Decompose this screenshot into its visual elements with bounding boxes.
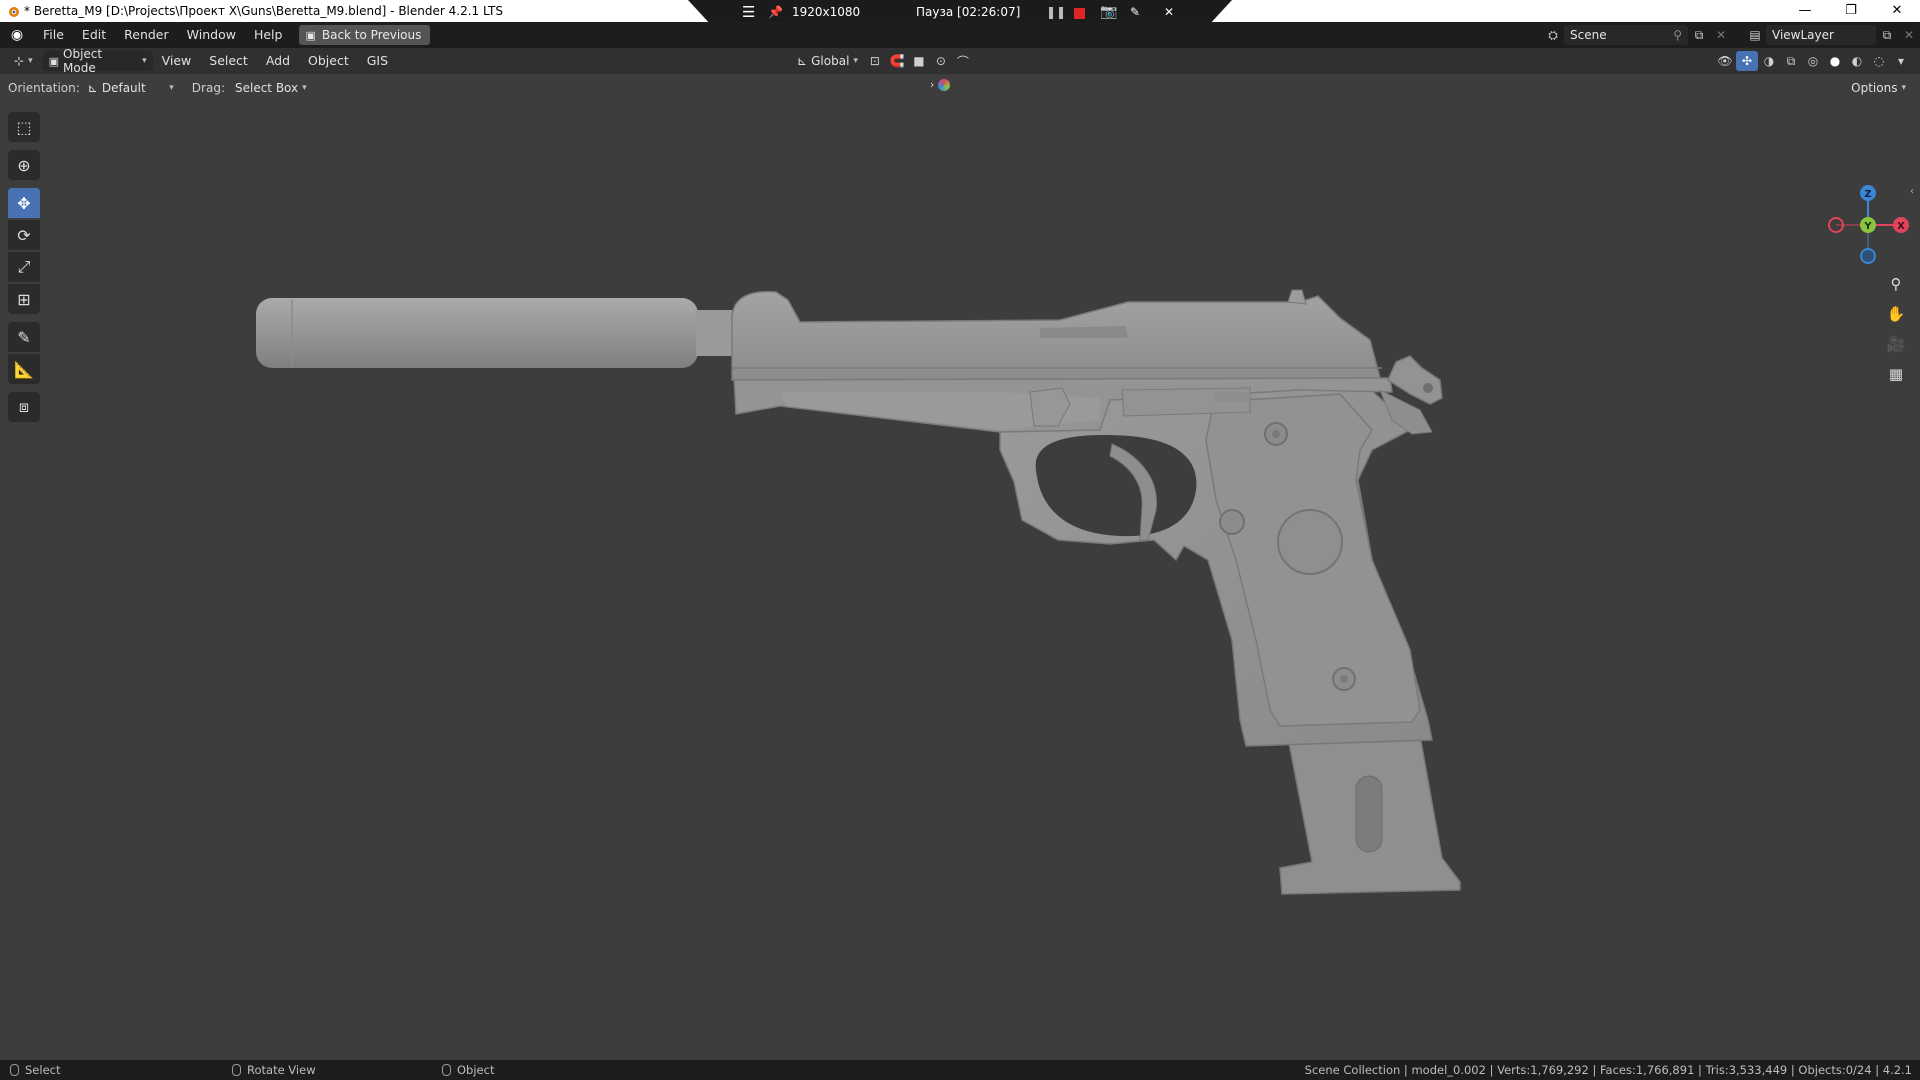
gizmo-toggle-icon[interactable]: ✣ bbox=[1736, 51, 1758, 71]
gizmo-z-label: Z bbox=[1864, 189, 1871, 200]
options-dropdown[interactable]: Options ▾ bbox=[1845, 78, 1912, 98]
back-to-previous-button[interactable]: ▣ Back to Previous bbox=[299, 25, 431, 45]
scene-icon[interactable]: ⛭ bbox=[1542, 25, 1564, 45]
mode-label: Object Mode bbox=[63, 47, 103, 75]
status-select: Select bbox=[25, 1063, 61, 1077]
blender-menu-icon[interactable]: ◉ bbox=[0, 27, 34, 43]
sidebar-toggle-icon[interactable]: ‹ bbox=[1910, 186, 1914, 197]
minimize-button[interactable]: — bbox=[1782, 0, 1828, 22]
menu-view[interactable]: View bbox=[153, 48, 201, 74]
menu-select[interactable]: Select bbox=[200, 48, 257, 74]
add-cube-icon[interactable]: ⧈ bbox=[8, 392, 40, 422]
menu-object[interactable]: Object bbox=[299, 48, 358, 74]
menu-add[interactable]: Add bbox=[257, 48, 299, 74]
move-icon[interactable]: ✥ bbox=[8, 188, 40, 218]
rotate-icon[interactable]: ⟳ bbox=[8, 220, 40, 250]
gizmo-y-label: Y bbox=[1863, 221, 1872, 232]
drag-dropdown[interactable]: Select Box ▾ bbox=[229, 78, 313, 98]
snap-target-icon[interactable]: ■ bbox=[908, 51, 930, 71]
status-bar: Select Rotate View Object Scene Collecti… bbox=[0, 1060, 1920, 1080]
orientation-label: Orientation: bbox=[8, 81, 80, 95]
new-view-layer-icon[interactable]: ⧉ bbox=[1876, 25, 1898, 45]
blender-topbar: ◉ File Edit Render Window Help ▣ Back to… bbox=[0, 22, 1920, 48]
grid-icon[interactable]: ▦ bbox=[1882, 360, 1910, 388]
viewport-editor-icon: ⊹ bbox=[14, 54, 25, 68]
expand-arrow-icon: › bbox=[930, 78, 935, 91]
overlay-icon[interactable]: ◑ bbox=[1758, 51, 1780, 71]
mouse-right-icon bbox=[442, 1064, 451, 1076]
mouse-middle-icon bbox=[232, 1064, 241, 1076]
mouse-left-icon bbox=[10, 1064, 19, 1076]
wireframe-shading-icon[interactable]: ◎ bbox=[1802, 51, 1824, 71]
orientation-value: Default bbox=[101, 81, 146, 95]
pistol-model[interactable] bbox=[0, 74, 1920, 1060]
drag-value: Select Box bbox=[234, 81, 299, 95]
collapsed-panel-toggle[interactable]: › bbox=[930, 78, 951, 91]
mode-dropdown[interactable]: ▣ Object Mode ▾ bbox=[42, 47, 153, 75]
transform-icon[interactable]: ⊞ bbox=[8, 284, 40, 314]
scene-field[interactable]: Scene ⚲ bbox=[1564, 25, 1688, 45]
menu-render[interactable]: Render bbox=[115, 22, 178, 48]
proportional-edit-icon[interactable]: ⊙ bbox=[930, 51, 952, 71]
back-to-previous-label: Back to Previous bbox=[321, 28, 422, 42]
camera-icon[interactable]: 🎥 bbox=[1882, 330, 1910, 358]
pivot-point-icon[interactable]: ⊡ bbox=[864, 51, 886, 71]
snap-icon[interactable]: 🧲 bbox=[886, 51, 908, 71]
orientation-axes-icon: ⊾ bbox=[797, 54, 808, 68]
pin-scene-icon[interactable]: ⚲ bbox=[1673, 28, 1682, 42]
restore-button[interactable]: ❐ bbox=[1828, 0, 1874, 22]
xray-icon[interactable]: ⧉ bbox=[1780, 51, 1802, 71]
scale-icon[interactable]: ⤢ bbox=[8, 252, 40, 282]
window-title: * Beretta_M9 [D:\Projects\Проект X\Guns\… bbox=[24, 4, 503, 18]
blender-logo-icon bbox=[9, 7, 19, 17]
view-layer-name: ViewLayer bbox=[1772, 28, 1834, 42]
navigation-gizmo[interactable]: Z X Y bbox=[1818, 182, 1912, 276]
shading-options-icon[interactable]: ▾ bbox=[1890, 51, 1912, 71]
3d-viewport[interactable]: Z X Y ⚲ ✋ 🎥 ▦ ‹ bbox=[0, 74, 1920, 1060]
view-layer-field[interactable]: ViewLayer bbox=[1766, 25, 1876, 45]
material-shading-icon[interactable]: ◐ bbox=[1846, 51, 1868, 71]
status-object: Object bbox=[457, 1063, 495, 1077]
transform-orientation-label: Global bbox=[811, 54, 850, 68]
close-window-button[interactable]: ✕ bbox=[1874, 0, 1920, 22]
menu-window[interactable]: Window bbox=[178, 22, 245, 48]
options-label: Options bbox=[1851, 81, 1898, 95]
view-layer-icon[interactable]: ▤ bbox=[1744, 25, 1766, 45]
screen-icon: ▣ bbox=[305, 28, 316, 42]
tool-shelf: ⬚ ⊕ ✥ ⟳ ⤢ ⊞ ✎ 📐 ⧈ bbox=[8, 112, 42, 424]
falloff-icon[interactable]: ⌒ bbox=[952, 51, 974, 71]
annotate-icon[interactable]: ✎ bbox=[8, 322, 40, 352]
gizmo-neg-z-axis[interactable] bbox=[1860, 248, 1876, 264]
rendered-shading-icon[interactable]: ◌ bbox=[1868, 51, 1890, 71]
transform-orientation-dropdown[interactable]: ⊾ Global ▾ bbox=[791, 51, 864, 71]
solid-shading-icon[interactable]: ● bbox=[1824, 51, 1846, 71]
orientation-dropdown[interactable]: ⊾ Default ▾ bbox=[82, 78, 180, 98]
select-box-icon[interactable]: ⬚ bbox=[8, 112, 40, 142]
menu-edit[interactable]: Edit bbox=[73, 22, 115, 48]
remove-scene-icon[interactable]: ✕ bbox=[1710, 25, 1732, 45]
menu-help[interactable]: Help bbox=[245, 22, 292, 48]
menu-gis[interactable]: GIS bbox=[358, 48, 397, 74]
hand-icon[interactable]: ✋ bbox=[1882, 300, 1910, 328]
gizmo-x-label: X bbox=[1897, 221, 1905, 232]
menu-file[interactable]: File bbox=[34, 22, 73, 48]
default-orientation-icon: ⊾ bbox=[87, 81, 98, 95]
zoom-icon[interactable]: ⚲ bbox=[1882, 270, 1910, 298]
measure-icon[interactable]: 📐 bbox=[8, 354, 40, 384]
cursor-icon[interactable]: ⊕ bbox=[8, 150, 40, 180]
scene-statistics: Scene Collection | model_0.002 | Verts:1… bbox=[1304, 1063, 1912, 1077]
visibility-icon[interactable]: 👁 bbox=[1714, 51, 1736, 71]
remove-view-layer-icon[interactable]: ✕ bbox=[1898, 25, 1920, 45]
tool-settings-bar: Orientation: ⊾ Default ▾ Drag: Select Bo… bbox=[0, 74, 1920, 102]
material-ball-icon bbox=[938, 78, 951, 91]
drag-label: Drag: bbox=[191, 81, 225, 95]
object-mode-icon: ▣ bbox=[48, 54, 59, 68]
viewport-header: ⊹ ▾ ▣ Object Mode ▾ View Select Add Objec… bbox=[0, 47, 1920, 75]
scene-name: Scene bbox=[1570, 28, 1607, 42]
new-scene-icon[interactable]: ⧉ bbox=[1688, 25, 1710, 45]
stop-record-icon[interactable] bbox=[1074, 8, 1085, 19]
editor-type-dropdown[interactable]: ⊹ ▾ bbox=[8, 51, 39, 71]
status-rotate: Rotate View bbox=[247, 1063, 316, 1077]
